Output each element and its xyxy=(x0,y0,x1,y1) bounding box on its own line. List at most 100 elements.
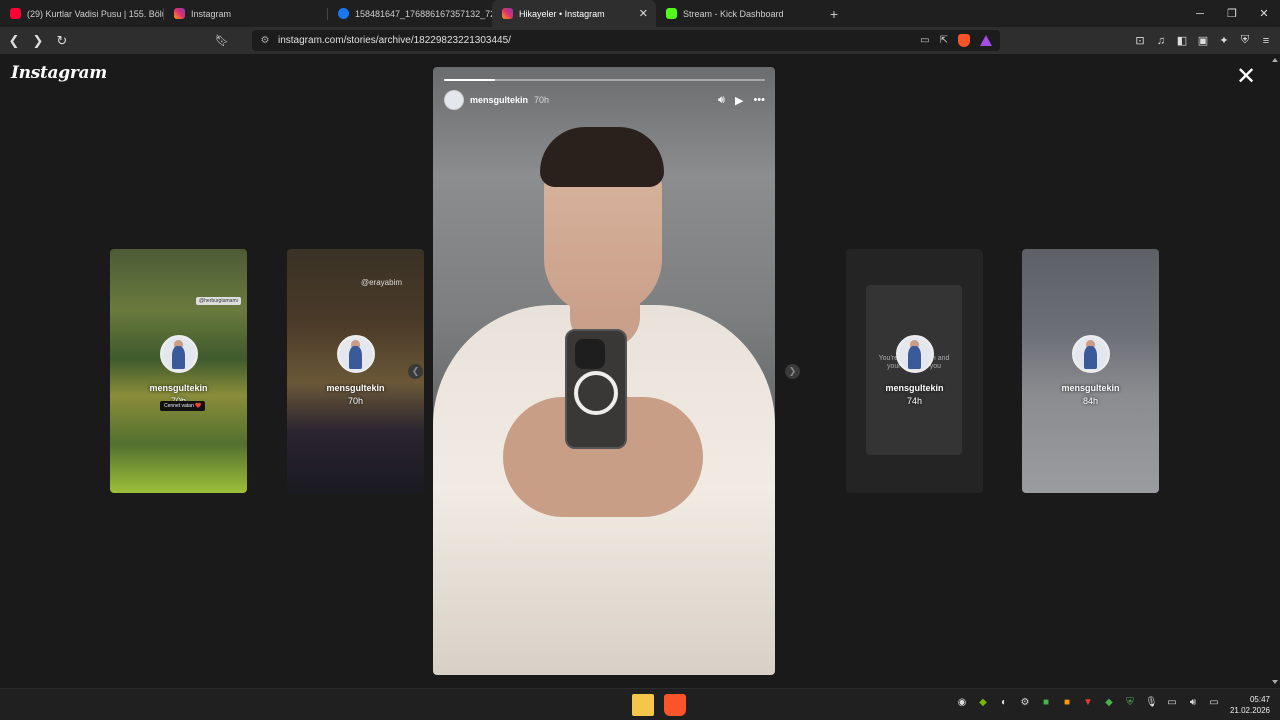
close-viewer-button[interactable]: ✕ xyxy=(1236,65,1256,89)
tray-app-icon[interactable]: ◉ xyxy=(956,697,968,708)
story-username[interactable]: mensgultekin xyxy=(470,95,528,105)
file-explorer-button[interactable] xyxy=(632,694,654,716)
tab-title: 158481647_176886167357132_7207( xyxy=(355,8,492,19)
brave-icon xyxy=(664,694,686,716)
back-icon[interactable]: ❮ xyxy=(4,31,24,51)
previous-story-button[interactable]: ❮ xyxy=(408,364,423,379)
avatar xyxy=(1071,335,1110,373)
media-icon[interactable]: ♫ xyxy=(1155,35,1167,47)
brave-rewards-icon[interactable] xyxy=(980,35,992,46)
tab-title: (29) Kurtlar Vadisi Pusu | 155. Bölüm | xyxy=(27,8,164,19)
play-icon[interactable]: ▶ xyxy=(735,94,743,107)
story-progress-fill xyxy=(444,79,496,81)
avatar xyxy=(159,335,198,373)
window-controls: ─ ❐ ✕ xyxy=(1184,0,1280,27)
avatar xyxy=(895,335,934,373)
tray-app-icon[interactable]: ▼ xyxy=(1082,697,1094,708)
thumbnail-age: 74h xyxy=(906,396,923,406)
reload-icon[interactable]: ↻ xyxy=(52,31,72,51)
story-thumbnail[interactable]: @herburgtamamı mensgultekin 70h Cennet v… xyxy=(110,249,247,493)
tray-app-icon[interactable]: ⚙︎ xyxy=(1019,697,1031,708)
scrollbar[interactable] xyxy=(1270,54,1280,688)
brave-taskbar-button[interactable] xyxy=(664,694,686,716)
tab-bar: (29) Kurtlar Vadisi Pusu | 155. Bölüm | … xyxy=(0,0,1280,27)
story-thumbnail[interactable]: @erayabim mensgultekin 70h xyxy=(287,249,424,493)
microphone-icon[interactable]: 🎙︎ xyxy=(1145,697,1158,708)
folder-icon xyxy=(632,694,654,716)
taskbar-clock[interactable]: 05:47 21.02.2026 xyxy=(1230,694,1270,716)
tab-youtube[interactable]: (29) Kurtlar Vadisi Pusu | 155. Bölüm | xyxy=(0,0,164,27)
vpn-icon[interactable]: ⛨ xyxy=(1239,34,1251,47)
tray-app-icon[interactable]: ◐ xyxy=(998,697,1010,708)
thumbnail-username: mensgultekin xyxy=(1061,383,1120,393)
clock-date: 21.02.2026 xyxy=(1229,706,1270,715)
minimize-icon[interactable]: ─ xyxy=(1184,0,1216,27)
browser-chrome: (29) Kurtlar Vadisi Pusu | 155. Bölüm | … xyxy=(0,0,1280,54)
network-icon[interactable]: ▭ xyxy=(1166,697,1178,708)
share-icon[interactable]: ⇱ xyxy=(940,35,948,46)
windows-icon xyxy=(600,694,622,716)
more-options-icon[interactable]: ••• xyxy=(753,94,765,106)
scroll-up-icon[interactable] xyxy=(1272,58,1278,62)
next-story-button[interactable]: ❯ xyxy=(785,364,800,379)
tray-app-icon[interactable]: ◆ xyxy=(1103,697,1115,708)
kick-icon xyxy=(666,8,677,19)
sidebar-icon[interactable]: ◧ xyxy=(1176,34,1188,47)
thumbnail-username: mensgultekin xyxy=(149,383,208,393)
thumbnail-age: 70h xyxy=(347,396,364,406)
instagram-icon xyxy=(502,8,513,19)
address-bar[interactable]: 🔖︎ ⚙︎ instagram.com/stories/archive/1822… xyxy=(215,30,1000,51)
leo-ai-icon[interactable]: ✦ xyxy=(1218,34,1230,47)
story-photo-phone xyxy=(565,329,627,449)
tray-app-icon[interactable]: ■ xyxy=(1061,697,1073,708)
story-progress-bar xyxy=(444,79,765,81)
story-age: 70h xyxy=(534,95,550,105)
tab-title: Stream - Kick Dashboard xyxy=(683,8,784,19)
active-story[interactable] xyxy=(433,67,775,675)
battery-icon[interactable]: ▭ xyxy=(1208,697,1220,708)
window-close-icon[interactable]: ✕ xyxy=(1248,0,1280,27)
new-tab-button[interactable]: + xyxy=(820,0,848,27)
system-tray: ◉ ◆ ◐ ⚙︎ ■ ■ ▼ ◆ ⛨ 🎙︎ ▭ 🔊︎ ▭ xyxy=(956,697,1220,708)
tab-instagram[interactable]: Instagram xyxy=(164,0,328,27)
youtube-icon xyxy=(10,8,21,19)
site-info-icon[interactable]: ⚙︎ xyxy=(252,35,278,46)
speaker-icon[interactable]: 🔊︎ xyxy=(1187,697,1199,708)
screenshot-icon[interactable]: ⊡ xyxy=(1134,34,1146,47)
scroll-down-icon[interactable] xyxy=(1272,680,1278,684)
restore-icon[interactable]: ❐ xyxy=(1216,0,1248,27)
instagram-icon xyxy=(174,8,185,19)
thumbnail-username: mensgultekin xyxy=(885,383,944,393)
brave-shield-icon[interactable] xyxy=(958,34,970,47)
facebook-icon xyxy=(338,8,349,19)
thumbnail-sticker: Cennet vatan ❤️ xyxy=(160,401,206,411)
windows-taskbar: ◉ ◆ ◐ ⚙︎ ■ ■ ▼ ◆ ⛨ 🎙︎ ▭ 🔊︎ ▭ 05:47 21.02… xyxy=(0,688,1280,720)
browser-toolbar: ❮ ❯ ↻ 🔖︎ ⚙︎ instagram.com/stories/archiv… xyxy=(0,27,1280,54)
start-button[interactable] xyxy=(600,694,622,716)
bookmark-icon[interactable]: 🔖︎ xyxy=(212,30,232,51)
thumbnail-watermark: @herburgtamamı xyxy=(196,297,241,305)
cast-icon[interactable]: ▭ xyxy=(920,35,929,46)
story-thumbnail[interactable]: mensgultekin 84h xyxy=(1022,249,1159,493)
tab-close-icon[interactable]: ✕ xyxy=(639,7,648,20)
volume-icon[interactable]: 🔊︎ xyxy=(718,94,725,107)
story-thumbnail[interactable]: POV: You're on vacation and your cat cal… xyxy=(846,249,983,493)
tab-title: Hikayeler • Instagram xyxy=(519,8,605,19)
url-text[interactable]: instagram.com/stories/archive/1822982322… xyxy=(278,35,511,46)
menu-icon[interactable]: ≡ xyxy=(1260,35,1272,47)
avatar xyxy=(336,335,375,373)
avatar[interactable] xyxy=(444,90,464,110)
forward-icon[interactable]: ❯ xyxy=(28,31,48,51)
thumbnail-username: mensgultekin xyxy=(326,383,385,393)
story-header: mensgultekin 70h 🔊︎ ▶ ••• xyxy=(444,89,765,111)
tab-title: Instagram xyxy=(191,8,232,19)
tray-app-icon[interactable]: ■ xyxy=(1040,697,1052,708)
instagram-logo[interactable]: Instagram xyxy=(11,63,107,83)
thumbnail-watermark: @erayabim xyxy=(360,278,402,287)
defender-icon[interactable]: ⛨ xyxy=(1124,697,1136,708)
tab-facebook-image[interactable]: 158481647_176886167357132_7207( xyxy=(328,0,492,27)
nvidia-icon[interactable]: ◆ xyxy=(977,697,989,708)
tab-stories-active[interactable]: Hikayeler • Instagram ✕ xyxy=(492,0,656,27)
wallet-icon[interactable]: ▣ xyxy=(1197,34,1209,47)
tab-kick[interactable]: Stream - Kick Dashboard xyxy=(656,0,820,27)
